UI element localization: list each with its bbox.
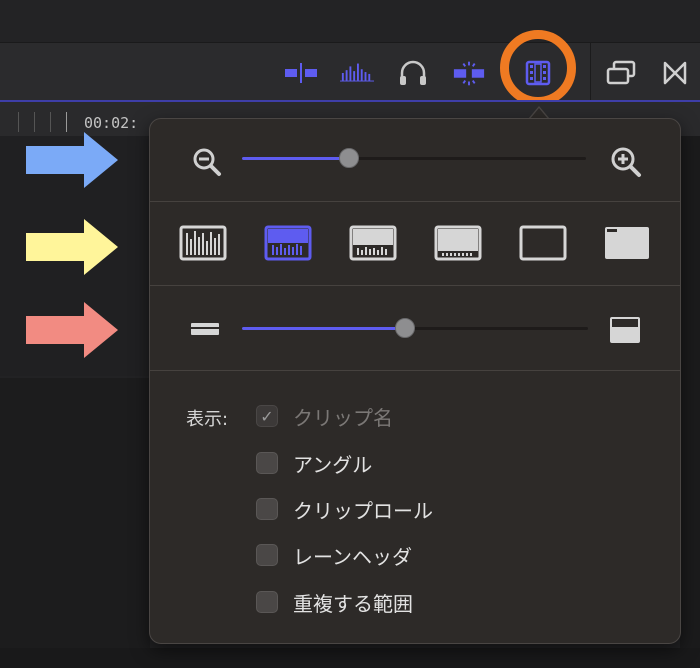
timeline-track <box>0 378 150 648</box>
appearance-waveforms-only[interactable] <box>179 223 227 263</box>
clip-name-option: ✓ クリップ名 <box>256 402 393 430</box>
appearance-clip-labels-only[interactable] <box>603 223 651 263</box>
zoom-slider[interactable] <box>242 148 586 168</box>
zoom-slider-knob[interactable] <box>338 148 359 168</box>
window-layout-icon[interactable] <box>604 56 638 90</box>
clip-role-label[interactable]: クリップロール <box>293 495 433 524</box>
clip-role-checkbox[interactable] <box>256 498 278 520</box>
lane-header-label[interactable]: レーンヘッダ <box>293 541 412 570</box>
duplicate-ranges-label[interactable]: 重複する範囲 <box>293 588 413 617</box>
duplicate-ranges-checkbox[interactable] <box>256 591 278 613</box>
appearance-large-waveforms[interactable] <box>264 223 312 263</box>
zoom-in-icon[interactable] <box>610 146 642 178</box>
clip-height-slider[interactable] <box>242 318 588 338</box>
video-audio-split-icon[interactable] <box>284 56 318 90</box>
clip-role-option[interactable]: クリップロール <box>256 495 433 523</box>
annotation-arrow-yellow <box>26 219 118 275</box>
timecode-label: 00:02: <box>84 114 139 132</box>
clip-name-checkbox: ✓ <box>256 405 278 427</box>
annotation-arrow-blue <box>26 132 118 188</box>
snapping-icon[interactable] <box>452 56 486 90</box>
large-clip-height-icon[interactable] <box>610 317 640 343</box>
transitions-icon[interactable] <box>658 56 692 90</box>
angle-option[interactable]: アングル <box>256 449 372 477</box>
clip-height-slider-fill <box>242 327 405 330</box>
appearance-filmstrip-only[interactable] <box>519 223 567 263</box>
clip-height-slider-knob[interactable] <box>394 318 415 338</box>
toolbar-divider <box>590 42 591 100</box>
highlight-ring <box>500 30 576 106</box>
duplicate-ranges-option[interactable]: 重複する範囲 <box>256 588 413 616</box>
zoom-out-icon[interactable] <box>192 147 222 177</box>
section-divider <box>150 201 680 202</box>
section-divider <box>150 370 680 371</box>
annotation-arrow-red <box>26 302 118 358</box>
lane-header-checkbox[interactable] <box>256 544 278 566</box>
appearance-large-filmstrip[interactable] <box>434 223 482 263</box>
lane-header-option[interactable]: レーンヘッダ <box>256 541 412 569</box>
audio-waveform-icon[interactable] <box>340 56 374 90</box>
zoom-slider-fill <box>242 157 349 160</box>
title-bar <box>0 0 700 42</box>
ruler-tick <box>18 112 19 132</box>
headphones-icon[interactable] <box>396 56 430 90</box>
section-divider <box>150 285 680 286</box>
angle-checkbox[interactable] <box>256 452 278 474</box>
display-label: 表示: <box>186 409 229 430</box>
clip-name-label: クリップ名 <box>293 405 393 430</box>
appearance-waveforms-and-filmstrip[interactable] <box>349 223 397 263</box>
ruler-tick <box>66 112 67 132</box>
timeline-edge <box>680 136 700 668</box>
ruler-tick <box>50 112 51 132</box>
timeline-bottom <box>0 648 700 668</box>
angle-label[interactable]: アングル <box>293 449 372 478</box>
ruler-tick <box>34 112 35 132</box>
small-clip-height-icon[interactable] <box>190 320 220 338</box>
clip-appearance-popover: 表示: ✓ クリップ名 アングル クリップロール レーンヘッダ 重複する範囲 <box>149 118 681 644</box>
